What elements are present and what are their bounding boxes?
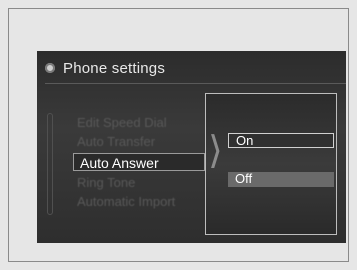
menu-item-edit-speed-dial[interactable]: Edit Speed Dial (77, 115, 167, 130)
figure-frame: Phone settings Edit Speed Dial Auto Tran… (8, 8, 349, 262)
scrollbar[interactable] (47, 113, 53, 215)
menu-item-ring-tone[interactable]: Ring Tone (77, 175, 135, 190)
chevron-left-icon: ⟩ (208, 130, 223, 172)
option-on[interactable]: On (228, 133, 334, 148)
menu-item-auto-answer[interactable]: Auto Answer (73, 153, 205, 171)
menu-item-automatic-import[interactable]: Automatic Import (77, 194, 175, 209)
option-off[interactable]: Off (228, 172, 334, 187)
menu-item-auto-transfer[interactable]: Auto Transfer (77, 134, 155, 149)
nav-screen: Phone settings Edit Speed Dial Auto Tran… (37, 51, 346, 243)
auto-answer-popup: ⟩ On Off (205, 93, 337, 235)
